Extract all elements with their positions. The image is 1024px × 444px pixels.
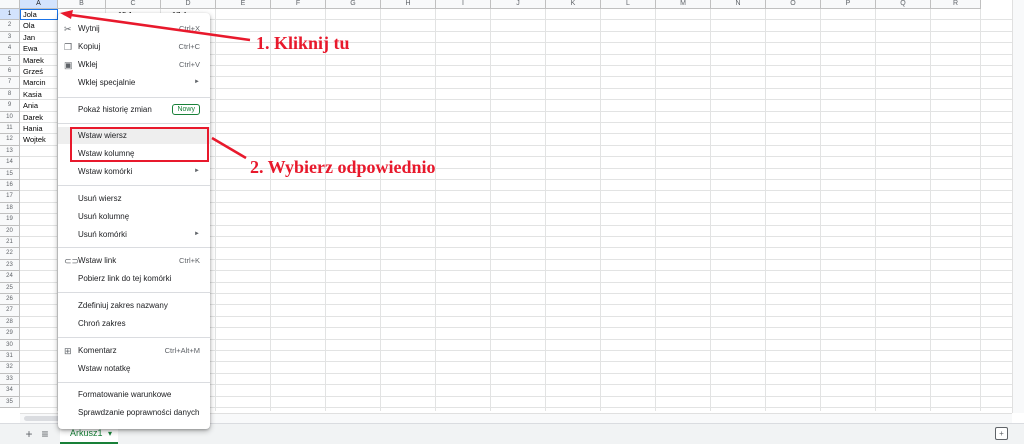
arrow-line-1 (63, 12, 251, 42)
arrow-line-2 (211, 136, 247, 160)
annotation-arrows (60, 10, 251, 160)
arrow-head-1 (60, 10, 73, 19)
annotation-step-2: 2. Wybierz odpowiednio (250, 157, 436, 177)
annotation-step-1: 1. Kliknij tu (256, 33, 350, 53)
spreadsheet-app: A B C D E F G H I J K L M N O P Q R 1 2 3 4 5 6 7 8 9 10 11 12 13 14 15 1… (0, 0, 1024, 444)
